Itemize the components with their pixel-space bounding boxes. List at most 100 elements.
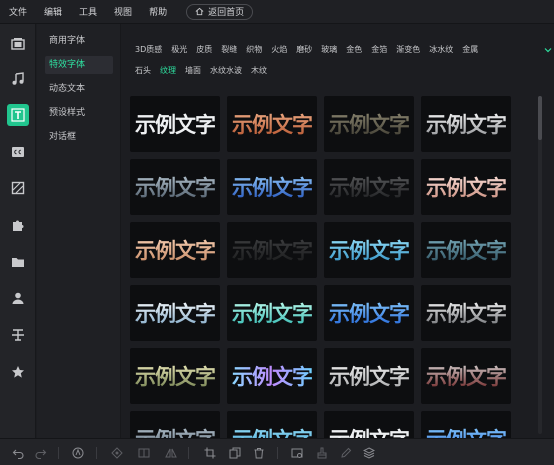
subtab[interactable]: 3D质感 <box>135 44 162 56</box>
effect-tile[interactable]: 示例文字 <box>130 411 220 438</box>
rail-plugin-button[interactable] <box>7 214 29 236</box>
effect-tile[interactable]: 示例文字 <box>130 159 220 215</box>
rail-filter-button[interactable] <box>7 177 29 199</box>
subtab[interactable]: 木纹 <box>251 65 267 77</box>
subtab[interactable]: 玻璃 <box>321 44 337 56</box>
split-icon <box>138 448 149 457</box>
effect-tile[interactable]: 示例文字 <box>421 222 511 278</box>
toolbar-divider <box>58 447 59 459</box>
rail-split-text-button[interactable] <box>7 324 29 346</box>
rail-folder-button[interactable] <box>7 251 29 273</box>
rail-subtitle-button[interactable] <box>7 141 29 163</box>
subtab[interactable]: 金色 <box>346 44 362 56</box>
effect-tile[interactable]: 示例文字 <box>324 96 414 152</box>
effect-tile[interactable]: 示例文字 <box>324 348 414 404</box>
audio-detach-button[interactable] <box>71 446 84 459</box>
effect-tile[interactable]: 示例文字 <box>421 285 511 341</box>
effect-tile-sample-text: 示例文字 <box>232 109 313 139</box>
category-commercial-fonts[interactable]: 商用字体 <box>45 32 113 50</box>
subtab[interactable]: 皮质 <box>196 44 212 56</box>
effect-tile[interactable]: 示例文字 <box>421 348 511 404</box>
edit-button[interactable] <box>339 446 352 459</box>
chevron-down-icon[interactable] <box>544 46 552 54</box>
toolbar-divider <box>188 447 189 459</box>
effect-tile-sample-text: 示例文字 <box>232 298 313 328</box>
split-button[interactable] <box>137 446 150 459</box>
effect-tile-sample-text: 示例文字 <box>329 172 410 202</box>
subtab[interactable]: 磨砂 <box>296 44 312 56</box>
effect-tile-sample-text: 示例文字 <box>426 109 507 139</box>
scrollbar[interactable] <box>538 96 542 434</box>
scrollbar-thumb[interactable] <box>538 96 542 140</box>
menu-edit[interactable]: 编辑 <box>44 5 62 18</box>
split-text-icon <box>12 329 24 341</box>
menu-view[interactable]: 视图 <box>114 5 132 18</box>
subtab[interactable]: 极光 <box>171 44 187 56</box>
effect-tile[interactable]: 示例文字 <box>227 348 317 404</box>
bottom-toolbar <box>0 438 554 465</box>
rail-music-button[interactable] <box>7 68 29 90</box>
copy-button[interactable] <box>228 446 241 459</box>
undo-button[interactable] <box>11 446 24 459</box>
rail-person-button[interactable] <box>7 287 29 309</box>
snapshot-button[interactable] <box>290 446 303 459</box>
redo-button[interactable] <box>34 446 47 459</box>
effect-tile[interactable]: 示例文字 <box>130 96 220 152</box>
keyframe-button[interactable] <box>110 446 123 459</box>
subtab[interactable]: 渐变色 <box>396 44 420 56</box>
effect-tile[interactable]: 示例文字 <box>324 285 414 341</box>
menu-file[interactable]: 文件 <box>9 5 27 18</box>
effect-tile[interactable]: 示例文字 <box>324 222 414 278</box>
toolbar-divider <box>277 447 278 459</box>
menu-tools[interactable]: 工具 <box>79 5 97 18</box>
menu-help[interactable]: 帮助 <box>149 5 167 18</box>
effect-tile[interactable]: 示例文字 <box>421 159 511 215</box>
crop-button[interactable] <box>203 446 216 459</box>
rail-media-button[interactable] <box>7 33 29 55</box>
audio-detach-icon <box>72 447 83 458</box>
effect-tile-sample-text: 示例文字 <box>426 172 507 202</box>
effect-tile[interactable]: 示例文字 <box>130 285 220 341</box>
subtab[interactable]: 水纹水波 <box>210 65 242 77</box>
effect-tile-sample-text: 示例文字 <box>135 298 216 328</box>
subtab[interactable]: 织物 <box>246 44 262 56</box>
return-home-button[interactable]: 返回首页 <box>186 3 254 20</box>
subtab[interactable]: 金箔 <box>371 44 387 56</box>
rail-star-button[interactable] <box>7 361 29 383</box>
effect-tile[interactable]: 示例文字 <box>227 159 317 215</box>
category-effect-fonts[interactable]: 特效字体 <box>45 56 113 74</box>
delete-icon <box>254 447 263 458</box>
effect-tile[interactable]: 示例文字 <box>227 96 317 152</box>
effect-tile-sample-text: 示例文字 <box>426 235 507 265</box>
copy-icon <box>229 447 240 458</box>
subtab[interactable]: 石头 <box>135 65 151 77</box>
effect-tile[interactable]: 示例文字 <box>324 411 414 438</box>
layers-button[interactable] <box>362 446 375 459</box>
category-dynamic-text[interactable]: 动态文本 <box>45 80 113 98</box>
effect-tile[interactable]: 示例文字 <box>130 348 220 404</box>
effect-tile[interactable]: 示例文字 <box>130 222 220 278</box>
effect-tile[interactable]: 示例文字 <box>324 159 414 215</box>
layers-icon <box>362 446 375 459</box>
category-preset-styles[interactable]: 预设样式 <box>45 104 113 122</box>
effect-tile-sample-text: 示例文字 <box>135 113 216 137</box>
mirror-icon <box>164 448 177 457</box>
effect-tile[interactable]: 示例文字 <box>227 411 317 438</box>
mirror-button[interactable] <box>164 446 177 459</box>
paint-button[interactable] <box>315 446 328 459</box>
subtab[interactable]: 火焰 <box>271 44 287 56</box>
subtab[interactable]: 裂缝 <box>221 44 237 56</box>
rail-text-button[interactable] <box>7 104 29 126</box>
subtab[interactable]: 墙面 <box>185 65 201 77</box>
subtab-active[interactable]: 纹理 <box>160 65 176 77</box>
effect-tile[interactable]: 示例文字 <box>421 411 511 438</box>
subtab[interactable]: 金属 <box>462 44 478 56</box>
effect-tile[interactable]: 示例文字 <box>421 96 511 152</box>
subtab-row-2: 石头 纹理 墙面 水纹水波 木纹 <box>135 65 553 77</box>
music-icon <box>12 72 24 85</box>
effect-tile[interactable]: 示例文字 <box>227 285 317 341</box>
subtab[interactable]: 冰水纹 <box>429 44 453 56</box>
delete-button[interactable] <box>252 446 265 459</box>
effect-tile[interactable]: 示例文字 <box>227 222 317 278</box>
category-dialog-box[interactable]: 对话框 <box>45 128 113 146</box>
